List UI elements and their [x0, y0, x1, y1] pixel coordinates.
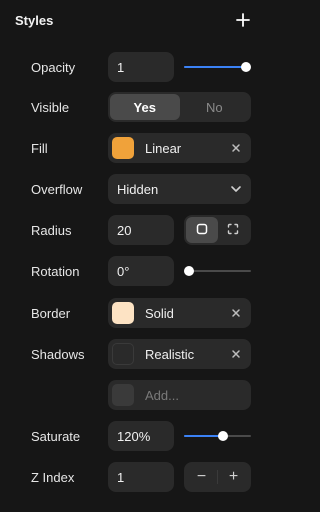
saturate-slider[interactable]: [184, 421, 251, 451]
shadows-field[interactable]: Realistic: [108, 339, 251, 369]
opacity-input[interactable]: 1: [108, 52, 174, 82]
saturate-value: 120%: [117, 428, 151, 444]
slider-thumb[interactable]: [184, 266, 194, 276]
shadows-value: Realistic: [145, 346, 195, 362]
overflow-select[interactable]: Hidden: [108, 174, 251, 204]
radius-individual-button[interactable]: [218, 217, 250, 243]
radius-input[interactable]: 20: [108, 215, 174, 245]
radius-uniform-button[interactable]: [186, 217, 218, 243]
fill-swatch[interactable]: [112, 137, 134, 159]
saturate-row: Saturate 120%: [0, 421, 266, 451]
saturate-label: Saturate: [31, 428, 81, 444]
shadows-swatch[interactable]: [112, 343, 134, 365]
zindex-input[interactable]: 1: [108, 462, 174, 492]
zindex-row: Z Index 1 − +: [0, 462, 266, 492]
shadows-remove-icon[interactable]: [230, 348, 242, 360]
radius-row: Radius 20: [0, 215, 266, 245]
add-shadow-button[interactable]: Add...: [108, 380, 251, 410]
radius-value: 20: [117, 222, 132, 238]
empty-swatch: [112, 384, 134, 406]
chevron-down-icon: [230, 184, 242, 194]
zindex-stepper: − +: [184, 462, 251, 492]
visible-toggle: Yes No: [108, 92, 251, 122]
overflow-row: Overflow Hidden: [0, 174, 266, 204]
border-label: Border: [31, 305, 71, 321]
fill-remove-icon[interactable]: [230, 142, 242, 154]
slider-fill: [184, 66, 246, 68]
radius-mode-toggle: [184, 215, 251, 245]
panel-header: Styles: [0, 0, 266, 40]
styles-panel: Styles Opacity 1 Visible Yes No Fill Lin…: [0, 0, 266, 512]
fill-label: Fill: [31, 140, 48, 156]
border-remove-icon[interactable]: [230, 307, 242, 319]
border-field[interactable]: Solid: [108, 298, 251, 328]
add-shadow-row: Add...: [0, 380, 266, 410]
radius-label: Radius: [31, 222, 72, 238]
visible-yes-option[interactable]: Yes: [110, 94, 180, 120]
decrement-button[interactable]: −: [186, 464, 217, 490]
rounded-square-icon: [196, 223, 208, 238]
rotation-value: 0°: [117, 263, 130, 279]
rotation-input[interactable]: 0°: [108, 256, 174, 286]
shadows-label: Shadows: [31, 346, 85, 362]
slider-thumb[interactable]: [218, 431, 229, 441]
zindex-label: Z Index: [31, 469, 75, 485]
overflow-label: Overflow: [31, 181, 83, 197]
opacity-label: Opacity: [31, 59, 76, 75]
slider-track: [184, 270, 251, 272]
corners-icon: [227, 223, 239, 238]
opacity-value: 1: [117, 59, 125, 75]
opacity-slider[interactable]: [184, 52, 251, 82]
add-style-icon[interactable]: [235, 12, 251, 28]
saturate-input[interactable]: 120%: [108, 421, 174, 451]
slider-thumb[interactable]: [241, 62, 251, 72]
overflow-value: Hidden: [117, 181, 159, 197]
visible-no-option[interactable]: No: [180, 94, 250, 120]
rotation-label: Rotation: [31, 263, 80, 279]
rotation-row: Rotation 0°: [0, 256, 266, 286]
panel-title: Styles: [15, 12, 54, 28]
border-row: Border Solid: [0, 298, 266, 328]
fill-row: Fill Linear: [0, 133, 266, 163]
rotation-slider[interactable]: [184, 256, 251, 286]
visible-row: Visible Yes No: [0, 92, 266, 122]
add-shadow-placeholder: Add...: [145, 387, 179, 403]
border-swatch[interactable]: [112, 302, 134, 324]
minus-icon: −: [196, 468, 207, 485]
fill-value: Linear: [145, 140, 182, 156]
increment-button[interactable]: +: [218, 464, 249, 490]
visible-label: Visible: [31, 99, 70, 115]
opacity-row: Opacity 1: [0, 52, 266, 82]
shadows-row: Shadows Realistic: [0, 339, 266, 369]
border-value: Solid: [145, 305, 174, 321]
zindex-value: 1: [117, 469, 125, 485]
plus-icon: +: [228, 468, 239, 485]
fill-field[interactable]: Linear: [108, 133, 251, 163]
